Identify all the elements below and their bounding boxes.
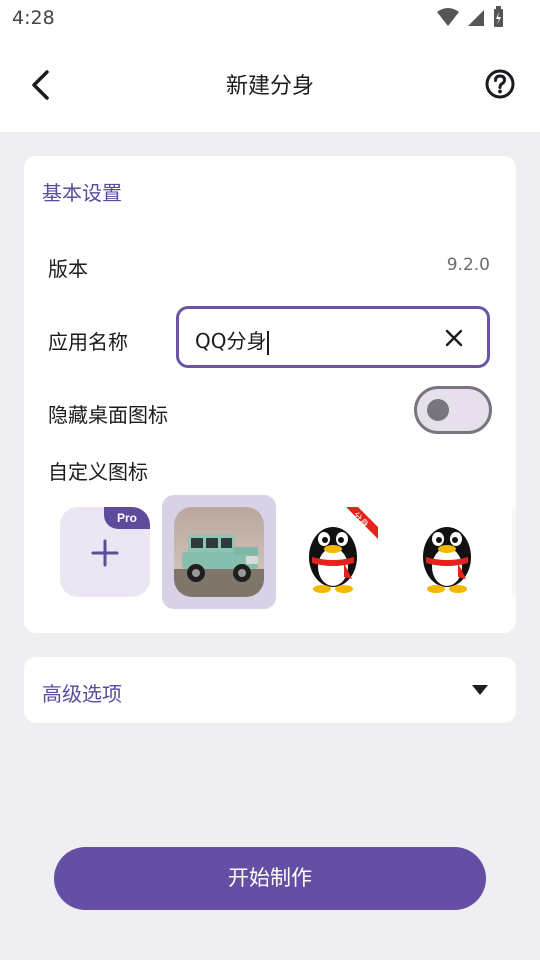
hide-icon-label: 隐藏桌面图标	[48, 403, 168, 427]
app-bar: 新建分身	[0, 36, 540, 132]
icon-option-qq-badge[interactable]: 分身	[288, 507, 378, 597]
status-bar: 4:28	[0, 0, 540, 36]
version-label: 版本	[48, 257, 88, 281]
add-icon-button[interactable]: Pro	[60, 507, 150, 597]
pro-badge: Pro	[104, 507, 150, 529]
start-button[interactable]: 开始制作	[54, 847, 486, 910]
app-name-input[interactable]: QQ分身	[176, 306, 490, 368]
icon-option-qq[interactable]	[402, 507, 492, 597]
status-icons	[436, 6, 504, 28]
toggle-knob	[427, 399, 449, 421]
status-time: 4:28	[12, 7, 55, 29]
hide-icon-toggle[interactable]	[414, 386, 492, 434]
clear-icon[interactable]	[443, 327, 465, 349]
help-icon[interactable]	[484, 68, 516, 100]
basic-settings-card: 基本设置 版本 9.2.0 应用名称 QQ分身 隐藏桌面图标 自定义图标 Pro	[24, 156, 516, 633]
car-icon	[174, 507, 264, 597]
custom-icon-label: 自定义图标	[48, 460, 148, 484]
advanced-options-card[interactable]: 高级选项	[24, 657, 516, 723]
section-title-basic: 基本设置	[42, 181, 122, 205]
version-value: 9.2.0	[446, 255, 490, 275]
text-caret	[267, 330, 270, 355]
signal-icon	[468, 10, 484, 26]
icon-picker: Pro 分身	[60, 495, 516, 609]
icon-option-car[interactable]	[174, 507, 264, 597]
wifi-icon	[437, 8, 459, 26]
icon-option-partial[interactable]	[512, 507, 516, 597]
battery-icon	[494, 6, 503, 27]
app-name-label: 应用名称	[48, 330, 128, 354]
app-name-value[interactable]: QQ分身	[195, 325, 270, 355]
page-title: 新建分身	[225, 74, 314, 99]
dropdown-arrow-icon	[472, 685, 488, 695]
qq-penguin-icon	[423, 527, 471, 593]
advanced-options-label: 高级选项	[42, 682, 122, 706]
